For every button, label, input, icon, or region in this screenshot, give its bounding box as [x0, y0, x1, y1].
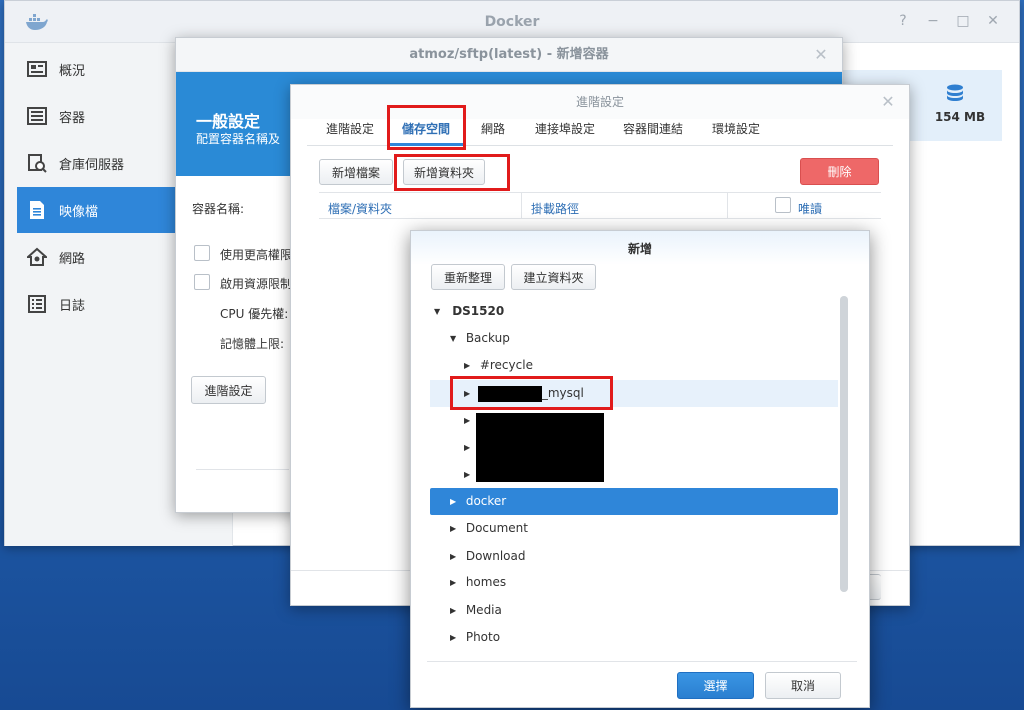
sidebar-item-label: 容器 — [59, 110, 86, 126]
tab-port-settings[interactable]: 連接埠設定 — [535, 121, 595, 151]
highlight-frame-add-folder — [394, 154, 510, 191]
caret-down-icon[interactable]: ▼ — [434, 298, 444, 325]
readonly-header-checkbox[interactable] — [775, 197, 791, 213]
tree-node-label: docker — [465, 494, 507, 508]
sidebar-item-label: 日誌 — [59, 298, 86, 314]
highlight-frame-mysql — [450, 376, 613, 410]
cancel-button[interactable]: 取消 — [765, 672, 841, 699]
tree-node-backup[interactable]: ▼ Backup — [430, 325, 838, 352]
docker-title: Docker — [484, 14, 540, 30]
resource-limit-checkbox[interactable] — [194, 274, 210, 290]
column-divider — [727, 193, 728, 219]
minimize-icon[interactable]: − — [925, 13, 941, 29]
sidebar-item-label: 網路 — [59, 251, 86, 267]
container-icon — [27, 106, 47, 126]
sidebar-item-label: 倉庫伺服器 — [59, 157, 125, 173]
caret-right-icon[interactable]: ▶ — [450, 597, 460, 624]
database-icon — [946, 84, 964, 104]
tree-node-docker[interactable]: ▶ docker — [430, 488, 838, 515]
container-name-label: 容器名稱: — [192, 202, 245, 216]
tab-links[interactable]: 容器間連結 — [623, 121, 683, 151]
highlight-frame-storage-tab — [387, 105, 466, 150]
sidebar-item-label: 概況 — [59, 63, 86, 79]
tree-node-recycle[interactable]: ▶ #recycle — [430, 352, 838, 379]
redacted-block — [476, 413, 604, 482]
column-mount-path[interactable]: 掛載路徑 — [531, 200, 579, 217]
help-icon[interactable]: ? — [895, 13, 911, 29]
advanced-dialog-title: 進階設定 — [291, 85, 909, 119]
wizard-close-icon[interactable]: ✕ — [813, 47, 829, 63]
overview-icon — [27, 59, 47, 79]
wizard-footer-divider — [196, 469, 289, 470]
caret-right-icon[interactable]: ▶ — [464, 352, 474, 379]
tab-network[interactable]: 網路 — [481, 121, 505, 151]
tab-environment[interactable]: 環境設定 — [712, 121, 760, 151]
column-file-folder[interactable]: 檔案/資料夾 — [328, 200, 392, 217]
tree-node-label: homes — [465, 575, 507, 589]
docker-logo-icon — [25, 14, 49, 30]
tab-advanced[interactable]: 進階設定 — [326, 121, 374, 151]
privilege-label: 使用更高權限 — [220, 248, 293, 262]
network-icon — [25, 247, 49, 267]
select-button[interactable]: 選擇 — [677, 672, 754, 699]
maximize-icon[interactable]: □ — [955, 13, 971, 29]
caret-right-icon[interactable]: ▶ — [450, 624, 460, 651]
sidebar-item-label: 映像檔 — [59, 204, 99, 220]
caret-down-icon[interactable]: ▼ — [450, 325, 460, 352]
advanced-settings-button[interactable]: 進階設定 — [191, 376, 266, 404]
tree-node-label: Backup — [465, 331, 510, 345]
tree-node-label: Photo — [465, 630, 501, 644]
wizard-title: atmoz/sftp(latest) - 新增容器 — [176, 38, 842, 72]
caret-right-icon[interactable]: ▶ — [450, 515, 460, 542]
tree-node-photo[interactable]: ▶ Photo — [430, 624, 838, 651]
tree-node-label: Document — [465, 521, 528, 535]
tree-node-label: #recycle — [479, 358, 533, 372]
tree-node-homes[interactable]: ▶ homes — [430, 569, 838, 596]
delete-button[interactable]: 刪除 — [800, 158, 879, 185]
tree-node-label: Media — [465, 603, 502, 617]
table-top-divider — [319, 192, 881, 193]
picker-footer-divider — [427, 661, 857, 662]
cpu-priority-label: CPU 優先權: — [220, 307, 289, 321]
tree-node-download[interactable]: ▶ Download — [430, 543, 838, 570]
tree-node-label: DS1520 — [452, 304, 505, 318]
privilege-checkbox[interactable] — [194, 245, 210, 261]
caret-right-icon[interactable]: ▶ — [464, 407, 474, 434]
tree-node-label: Download — [465, 549, 526, 563]
caret-right-icon[interactable]: ▶ — [464, 434, 474, 461]
resource-limit-label: 啟用資源限制 — [220, 277, 293, 291]
close-icon[interactable]: ✕ — [985, 13, 1001, 29]
caret-right-icon[interactable]: ▶ — [450, 569, 460, 596]
tree-node-document[interactable]: ▶ Document — [430, 515, 838, 542]
refresh-button[interactable]: 重新整理 — [431, 264, 505, 290]
log-icon — [27, 294, 47, 314]
picker-title: 新增 — [411, 231, 869, 265]
table-header-divider — [319, 218, 881, 219]
banner-subtitle: 配置容器名稱及 — [196, 132, 281, 146]
memory-limit-label: 記憶體上限: — [220, 337, 285, 351]
tree-node-media[interactable]: ▶ Media — [430, 597, 838, 624]
image-icon — [27, 200, 47, 220]
banner-title: 一般設定 — [196, 112, 261, 131]
column-divider — [521, 193, 522, 219]
tree-node-ds1520[interactable]: ▼ DS1520 — [430, 298, 838, 325]
caret-right-icon[interactable]: ▶ — [464, 461, 474, 488]
create-folder-button[interactable]: 建立資料夾 — [511, 264, 596, 290]
add-file-button[interactable]: 新增檔案 — [319, 159, 393, 185]
picker-scrollbar-thumb[interactable] — [840, 296, 848, 592]
storage-size: 154 MB — [934, 110, 986, 124]
column-readonly[interactable]: 唯讀 — [798, 200, 822, 217]
caret-right-icon[interactable]: ▶ — [450, 543, 460, 570]
advanced-close-icon[interactable]: ✕ — [880, 94, 896, 110]
caret-right-icon[interactable]: ▶ — [450, 488, 460, 515]
registry-icon — [27, 153, 47, 173]
